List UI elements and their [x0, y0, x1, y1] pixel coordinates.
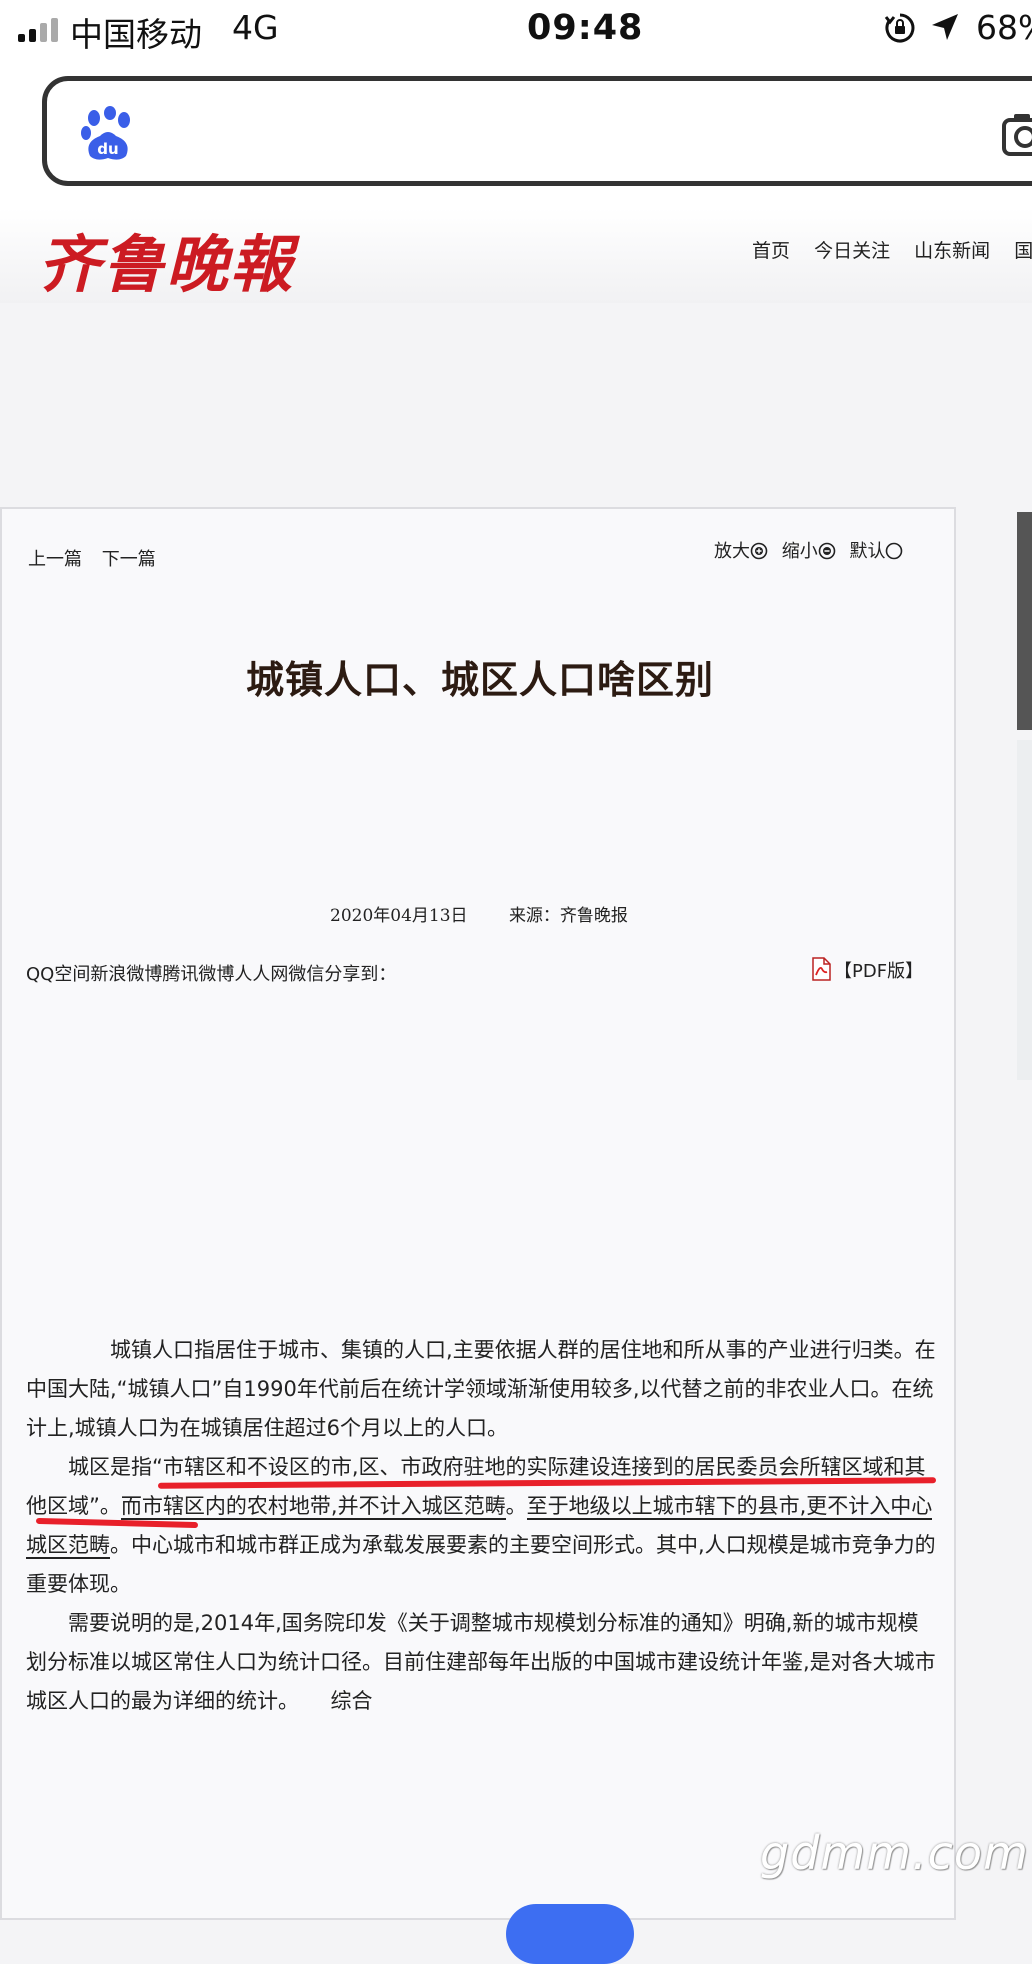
battery-level: 68%	[976, 8, 1032, 47]
location-arrow-icon	[932, 14, 958, 40]
share-links[interactable]: QQ空间新浪微博腾讯微博人人网微信分享到：	[26, 960, 396, 986]
nav-item-domestic[interactable]: 国内	[1014, 240, 1032, 262]
next-article-link[interactable]: 下一篇	[102, 549, 156, 570]
plus-circle-icon	[750, 542, 768, 560]
svg-text:du: du	[97, 140, 118, 158]
article-source: 来源：齐鲁晚报	[508, 906, 628, 926]
status-bar: 中国移动 4G 09:48 68%	[0, 0, 1032, 58]
minus-circle-icon	[818, 542, 836, 560]
article-panel: 上一篇 下一篇 放大 缩小 默认 城镇人口、城区人口啥区别 2020年04月13…	[0, 507, 956, 1920]
article-date: 2020年04月13日	[330, 906, 468, 926]
circle-icon	[886, 542, 903, 560]
article-body: 城镇人口指居住于城市、集镇的人口,主要依据人群的居住地和所从事的产业进行归类。在…	[26, 1331, 937, 1721]
baidu-paw-icon: du	[81, 106, 130, 160]
zoom-out-label: 缩小	[781, 541, 818, 562]
article-paragraph-1: 城镇人口指居住于城市、集镇的人口,主要依据人群的居住地和所从事的产业进行归类。在…	[26, 1338, 936, 1440]
side-float-panel	[1017, 740, 1032, 1080]
nav-item-home[interactable]: 首页	[752, 240, 790, 262]
search-area	[0, 58, 1032, 208]
watermark: gdmm.com	[760, 1826, 1029, 1880]
signal-icon	[18, 18, 58, 42]
site-nav: 首页 今日关注 山东新闻 国内	[752, 236, 1032, 263]
article-paragraph-3: 需要说明的是,2014年,国务院印发《关于调整城市规模划分标准的通知》明确,新的…	[26, 1611, 936, 1713]
paragraph-2-part-e: 。中心城市和城市群正成为承载发展要素的主要空间形式。其中,人口规模是城市竞争力的…	[26, 1533, 936, 1596]
font-size-controls: 放大 缩小 默认	[714, 537, 911, 563]
pdf-icon	[812, 957, 831, 981]
pdf-label: 【PDF版】	[834, 961, 924, 982]
zoom-default-label: 默认	[849, 541, 886, 562]
zoom-out-button[interactable]: 缩小	[782, 541, 836, 562]
zoom-default-button[interactable]: 默认	[849, 541, 903, 562]
site-logo[interactable]: 齐鲁晚報	[38, 214, 294, 304]
network-type: 4G	[232, 8, 279, 47]
status-time: 09:48	[527, 8, 644, 48]
search-input[interactable]	[42, 76, 1032, 186]
underlined-text-1: 而市辖区内的农村地带,并不计入城区范畴	[120, 1494, 506, 1520]
nav-item-today-focus[interactable]: 今日关注	[814, 240, 890, 262]
rotation-lock-icon	[884, 13, 915, 43]
side-float-tab[interactable]	[1017, 512, 1032, 730]
nav-item-shandong-news[interactable]: 山东新闻	[914, 240, 990, 262]
camera-icon[interactable]	[1000, 106, 1032, 162]
article-title: 城镇人口、城区人口啥区别	[245, 658, 714, 702]
prev-article-link[interactable]: 上一篇	[28, 549, 82, 570]
zoom-in-label: 放大	[714, 541, 750, 562]
paragraph-2-part-c: 。	[505, 1494, 527, 1518]
zoom-in-button[interactable]: 放大	[714, 541, 768, 562]
pdf-link[interactable]: 【PDF版】	[810, 957, 923, 983]
carrier-name: 中国移动	[70, 15, 202, 54]
article-pager: 上一篇 下一篇	[28, 545, 170, 571]
site-header: 齐鲁晚報 首页 今日关注 山东新闻 国内	[0, 208, 1032, 303]
floating-action-button[interactable]	[506, 1904, 634, 1964]
article-meta: 2020年04月13日 来源：齐鲁晚报	[330, 901, 628, 926]
